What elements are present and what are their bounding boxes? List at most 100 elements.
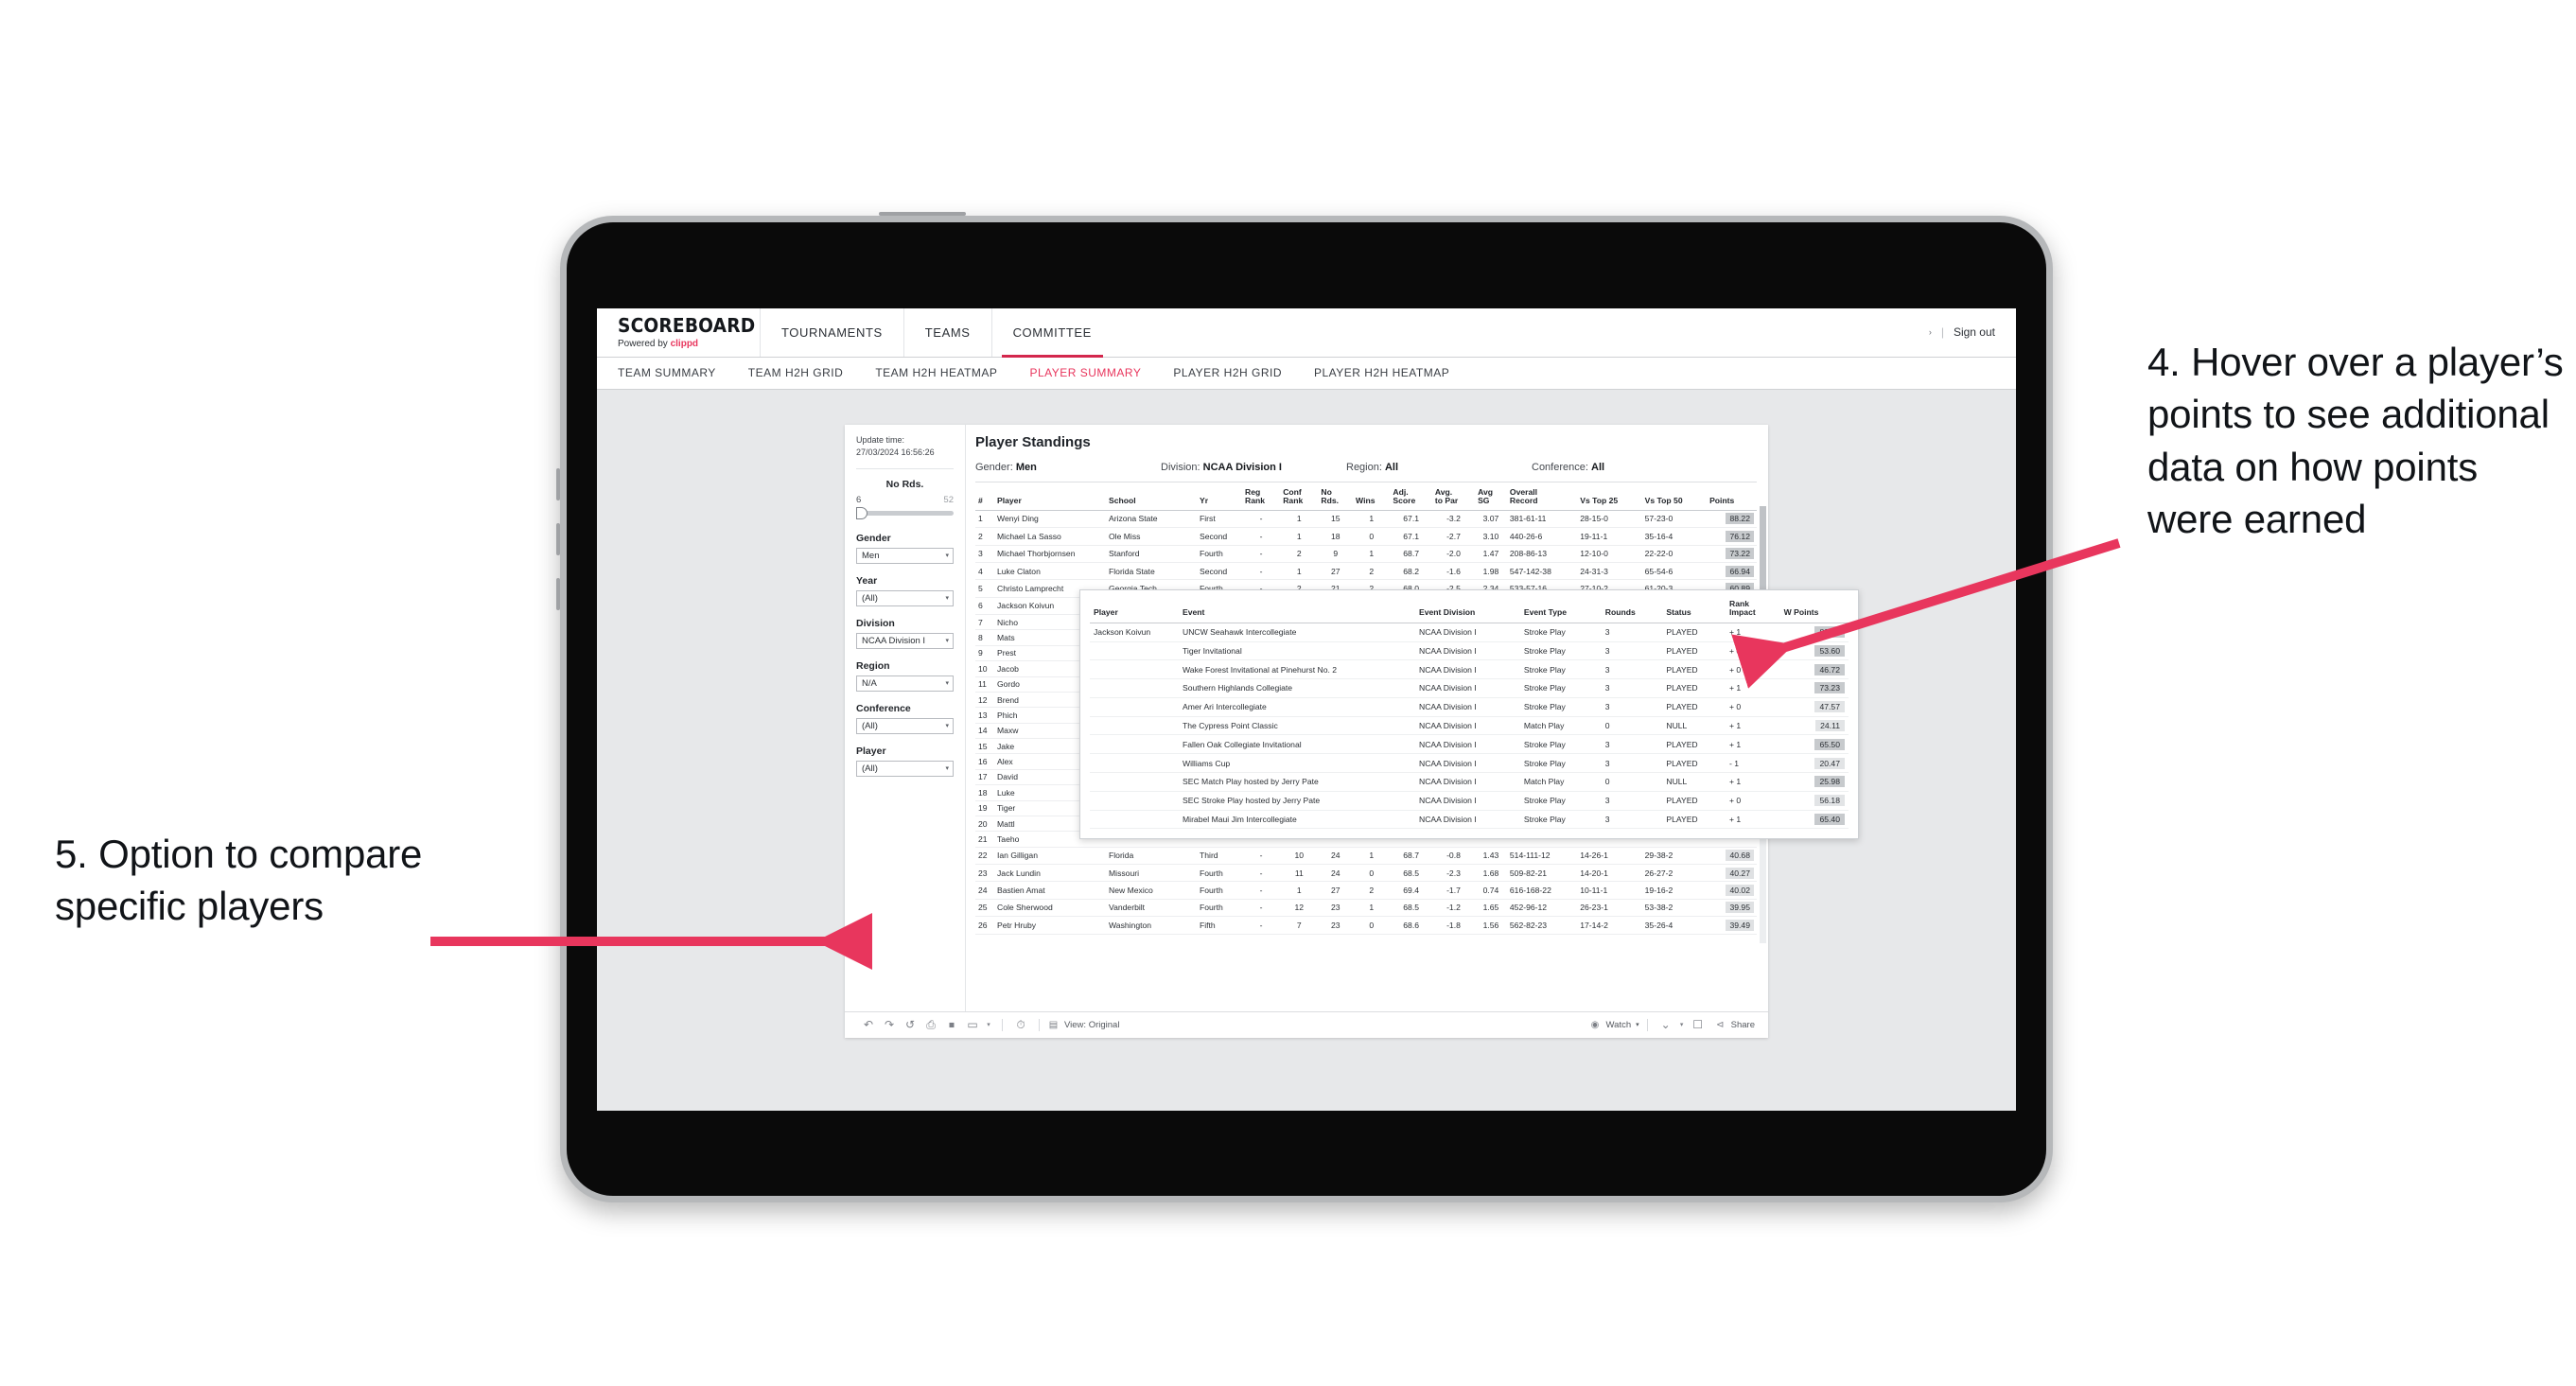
filter-region-select[interactable]: N/A ▾ (856, 675, 954, 692)
table-row[interactable]: 23 Jack Lundin Missouri Fourth - 11 24 0 (975, 864, 1757, 883)
table-row[interactable]: 4 Luke Claton Florida State Second - 1 2… (975, 562, 1757, 581)
th-school[interactable]: School (1106, 485, 1197, 511)
th-player[interactable]: Player (994, 485, 1106, 511)
th-no-rds[interactable]: No Rds. (1318, 485, 1354, 511)
th-adj-score[interactable]: Adj. Score (1390, 485, 1432, 511)
cell-conf: 1 (1280, 527, 1319, 546)
th-yr[interactable]: Yr (1197, 485, 1242, 511)
filter-year-select[interactable]: (All) ▾ (856, 589, 954, 606)
th-reg-rank[interactable]: Reg Rank (1242, 485, 1281, 511)
th-vs-top-50[interactable]: Vs Top 50 (1641, 485, 1708, 511)
table-row[interactable]: 1 Wenyi Ding Arizona State First - 1 15 … (975, 510, 1757, 529)
table-row[interactable]: 26 Petr Hruby Washington Fifth - 7 23 0 (975, 916, 1757, 935)
table-row[interactable]: 25 Cole Sherwood Vanderbilt Fourth - 12 … (975, 899, 1757, 918)
undo-icon[interactable]: ↶ (858, 1018, 879, 1031)
tab-player-h2h-heatmap[interactable]: PLAYER H2H HEATMAP (1314, 366, 1449, 379)
cell-points[interactable]: 66.94 (1707, 562, 1757, 581)
secondary-nav: TEAM SUMMARY TEAM H2H GRID TEAM H2H HEAT… (597, 357, 2016, 390)
fullscreen-icon[interactable]: ☐ (1688, 1018, 1709, 1031)
tab-team-h2h-grid[interactable]: TEAM H2H GRID (748, 366, 844, 379)
pause-updates-icon[interactable]: ⏹ (941, 1018, 962, 1032)
cell-top25: 14-20-1 (1577, 864, 1642, 883)
tt-rounds: 3 (1601, 791, 1663, 811)
th-avg-to-par[interactable]: Avg. to Par (1431, 485, 1476, 511)
no-rounds-slider-block: No Rds. 6 52 (856, 469, 954, 521)
volume-up-button[interactable] (556, 468, 560, 500)
no-rounds-slider-handle[interactable] (856, 506, 867, 519)
tab-team-summary[interactable]: TEAM SUMMARY (618, 366, 716, 379)
cell-points[interactable]: 88.22 (1707, 510, 1757, 529)
tt-event: UNCW Seahawk Intercollegiate (1179, 623, 1415, 642)
tt-rounds: 3 (1601, 734, 1663, 755)
tooltip-header-row: Player Event Event Division Event Type R… (1090, 597, 1849, 623)
list-item: SEC Stroke Play hosted by Jerry Pate NCA… (1090, 791, 1849, 811)
chevron-down-icon[interactable]: ▾ (983, 1021, 994, 1028)
brand-logo[interactable]: SCOREBOARD Powered by clippd (597, 308, 760, 357)
cell-points[interactable]: 39.49 (1707, 916, 1757, 935)
cell-yr: Fourth (1197, 881, 1242, 900)
cell-points[interactable]: 73.22 (1707, 545, 1757, 563)
th-wins[interactable]: Wins (1353, 485, 1391, 511)
history-icon[interactable]: ⏱ (1010, 1018, 1031, 1032)
th-avg-sg[interactable]: Avg SG (1475, 485, 1507, 511)
th-points[interactable]: Points (1707, 485, 1757, 511)
cell-record: 440-26-6 (1506, 527, 1578, 546)
download-icon[interactable]: ⌄ (1656, 1018, 1676, 1031)
revert-icon[interactable]: ↺ (900, 1018, 920, 1031)
cell-par: -2.0 (1431, 545, 1476, 563)
nav-item-tournaments[interactable]: TOURNAMENTS (760, 307, 903, 357)
cell-top50: 35-16-4 (1641, 527, 1708, 546)
highlight-icon[interactable]: ▭ (962, 1018, 983, 1031)
refresh-data-icon[interactable]: ⎙ (920, 1018, 941, 1032)
cell-sg: 0.74 (1475, 881, 1507, 900)
sign-out-link[interactable]: Sign out (1954, 325, 1995, 339)
th-vs-top-25[interactable]: Vs Top 25 (1577, 485, 1642, 511)
tab-player-h2h-grid[interactable]: PLAYER H2H GRID (1173, 366, 1282, 379)
cell-points[interactable]: 39.95 (1707, 899, 1757, 918)
tt-event: Tiger Invitational (1179, 641, 1415, 661)
cell-rds: 23 (1318, 899, 1354, 918)
cell-conf: 1 (1280, 510, 1319, 529)
watch-button[interactable]: ◉ Watch ▾ (1589, 1020, 1639, 1030)
share-button[interactable]: ⊲ Share (1714, 1020, 1755, 1030)
cell-reg: - (1242, 562, 1281, 581)
th-rank[interactable]: # (975, 485, 994, 511)
tt-player-blank (1090, 697, 1179, 717)
cell-points[interactable]: 40.02 (1707, 881, 1757, 900)
filter-player-select[interactable]: (All) ▾ (856, 760, 954, 777)
redo-icon[interactable]: ↷ (879, 1018, 900, 1031)
tab-team-h2h-heatmap[interactable]: TEAM H2H HEATMAP (875, 366, 997, 379)
volume-down-button[interactable] (556, 523, 560, 555)
no-rounds-slider-track[interactable] (856, 506, 954, 519)
tab-player-summary[interactable]: PLAYER SUMMARY (1029, 366, 1141, 379)
table-row[interactable]: 22 Ian Gilligan Florida Third - 10 24 1 (975, 847, 1757, 866)
nav-item-committee[interactable]: COMMITTEE (990, 307, 1113, 358)
cell-rank: 7 (975, 614, 994, 631)
tt-event: Wake Forest Invitational at Pinehurst No… (1179, 659, 1415, 680)
power-button[interactable] (879, 212, 966, 216)
table-row[interactable]: 3 Michael Thorbjornsen Stanford Fourth -… (975, 545, 1757, 563)
cell-rank: 16 (975, 753, 994, 770)
nav-item-teams[interactable]: TEAMS (902, 307, 991, 357)
th-overall-record[interactable]: Overall Record (1506, 485, 1578, 511)
tooltip-table: Player Event Event Division Event Type R… (1090, 597, 1849, 830)
cell-points[interactable]: 40.27 (1707, 864, 1757, 883)
cell-player: Petr Hruby (994, 916, 1106, 935)
table-row[interactable]: 24 Bastien Amat New Mexico Fourth - 1 27… (975, 881, 1757, 900)
table-row[interactable]: 2 Michael La Sasso Ole Miss Second - 1 1… (975, 527, 1757, 546)
filter-gender-select[interactable]: Men ▾ (856, 547, 954, 564)
cell-school: New Mexico (1106, 881, 1197, 900)
filter-division-select[interactable]: NCAA Division I ▾ (856, 632, 954, 649)
list-item: Jackson Koivun UNCW Seahawk Intercollegi… (1090, 623, 1849, 642)
th-conf-rank[interactable]: Conf Rank (1280, 485, 1319, 511)
filter-conference-select[interactable]: (All) ▾ (856, 717, 954, 734)
volume-extra-button[interactable] (556, 578, 560, 610)
chevron-down-icon[interactable]: ▾ (1676, 1021, 1688, 1028)
brand-title: SCOREBOARD (618, 313, 756, 337)
cell-points[interactable]: 40.68 (1707, 847, 1757, 866)
tth-rank-impact: Rank Impact (1726, 597, 1780, 623)
cell-points[interactable]: 76.12 (1707, 527, 1757, 546)
view-original-button[interactable]: ▤ View: Original (1047, 1020, 1120, 1030)
meta-region-key: Region: (1346, 461, 1382, 473)
tt-division: NCAA Division I (1415, 772, 1520, 792)
